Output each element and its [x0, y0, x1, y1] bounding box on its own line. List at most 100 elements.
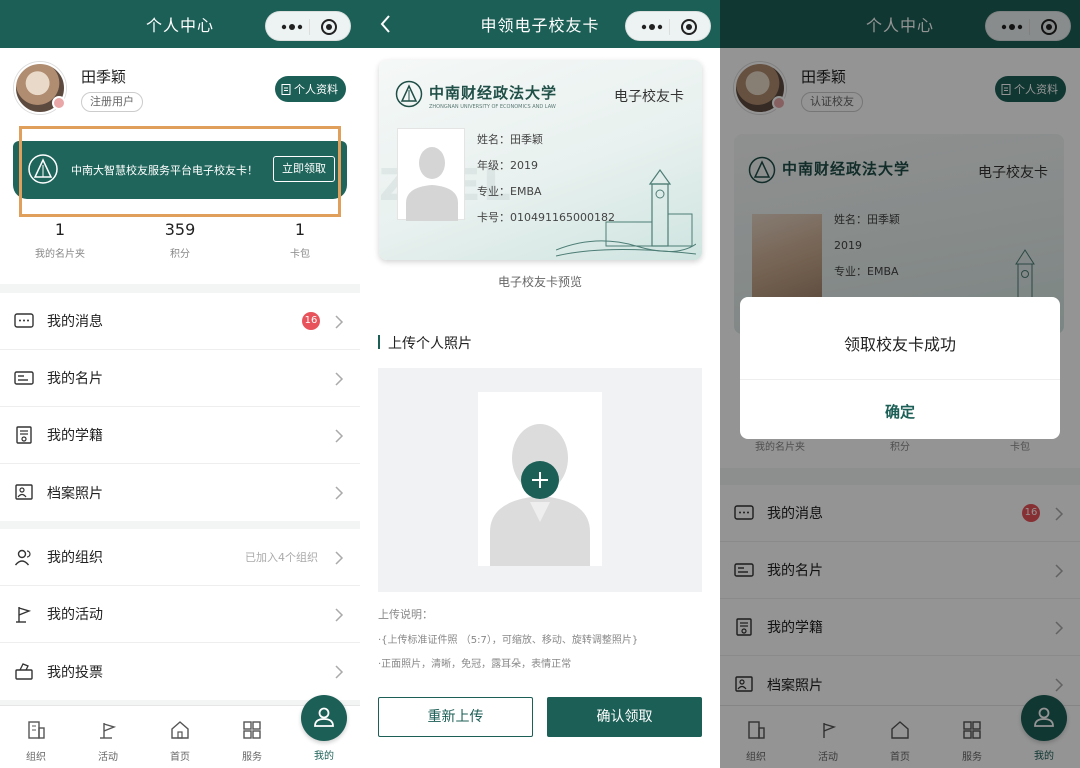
profile-screen: 个人中心 田季颖 注册用户 个人资料 中南大智慧校友服务平台电子校友卡！ 立即领… — [0, 0, 360, 768]
tab-label: 组织 — [26, 752, 46, 763]
stat-value: 1 — [294, 220, 306, 239]
upload-note: ·{上传标准证件照 （5:7），可缩放、移动、旋转调整照片} — [378, 635, 639, 646]
org-icon — [28, 721, 45, 739]
dialog-confirm-button[interactable]: 确定 — [740, 401, 1060, 422]
menu-label: 我的学籍 — [47, 428, 103, 444]
alumni-card-preview: ZUEL 中南财经政法大学 ZHONGNAN UNIVERSITY OF ECO… — [379, 60, 702, 260]
more-icon[interactable] — [636, 18, 668, 36]
upload-note: ·正面照片，清晰，免冠，露耳朵，表情正常 — [378, 659, 572, 670]
card-preview-section: ZUEL 中南财经政法大学 ZHONGNAN UNIVERSITY OF ECO… — [360, 48, 720, 303]
school-name: 中南财经政法大学 — [429, 84, 558, 102]
tab-service[interactable]: 服务 — [216, 706, 288, 768]
school-logo-icon — [395, 80, 423, 108]
document-icon — [281, 83, 291, 95]
dialog-message: 领取校友卡成功 — [843, 335, 956, 354]
flag-icon — [16, 607, 32, 623]
message-icon — [14, 313, 34, 328]
person-silhouette-icon — [406, 147, 458, 221]
card-icon — [14, 371, 34, 385]
tab-label: 活动 — [98, 752, 118, 763]
tab-organization[interactable]: 组织 — [0, 706, 72, 768]
chevron-right-icon — [335, 372, 344, 386]
user-icon — [314, 707, 334, 727]
campus-tower-illustration — [556, 168, 696, 257]
menu-label: 我的消息 — [47, 314, 103, 330]
stat-value: 1 — [54, 220, 66, 239]
card-name: 姓名：田季颖 — [477, 133, 543, 146]
success-dialog: 领取校友卡成功 确定 — [740, 297, 1060, 439]
menu-item-archive-photo[interactable]: 档案照片 — [0, 464, 360, 521]
page-title: 申领电子校友卡 — [480, 16, 600, 35]
chevron-right-icon — [335, 315, 344, 329]
school-name-en: ZHONGNAN UNIVERSITY OF ECONOMICS AND LAW — [429, 104, 556, 110]
stats-row: 1 我的名片夹 359 积分 1 卡包 — [0, 220, 360, 260]
home-icon — [171, 721, 189, 739]
chevron-right-icon — [335, 429, 344, 443]
tab-label: 首页 — [170, 752, 190, 763]
chevron-right-icon — [335, 608, 344, 622]
tab-me[interactable] — [301, 695, 347, 741]
profile-screen-success: 个人中心 田季颖 认证校友 个人资料 中南财经政法大学 电子校友卡 姓名：田季颖… — [720, 0, 1080, 768]
more-icon[interactable] — [276, 18, 308, 36]
plus-icon — [532, 472, 548, 488]
nav-bar: 个人中心 — [0, 0, 360, 48]
chevron-right-icon — [335, 551, 344, 565]
stat-label: 卡包 — [290, 249, 310, 260]
profile-button[interactable]: 个人资料 — [275, 76, 346, 102]
menu-item-business-card[interactable]: 我的名片 — [0, 350, 360, 407]
user-name: 田季颖 — [81, 68, 127, 86]
dialog-divider — [740, 379, 1060, 380]
highlight-frame — [19, 126, 341, 217]
grid-icon — [243, 721, 261, 739]
upload-section-header: 上传个人照片 — [360, 317, 720, 367]
certificate-icon — [16, 426, 32, 444]
close-miniprogram-icon[interactable] — [679, 18, 699, 36]
vote-icon — [15, 663, 33, 680]
card-preview-caption: 电子校友卡预览 — [497, 275, 582, 289]
menu-item-student-record[interactable]: 我的学籍 — [0, 407, 360, 464]
tab-label: 服务 — [242, 752, 262, 763]
stat-label: 积分 — [170, 249, 190, 260]
stat-points[interactable]: 359 积分 — [120, 220, 240, 260]
reupload-button[interactable]: 重新上传 — [378, 697, 533, 737]
menu-label: 我的投票 — [47, 664, 103, 681]
stat-wallet[interactable]: 1 卡包 — [240, 220, 360, 260]
user-status-tag: 注册用户 — [81, 92, 143, 112]
group-icon — [14, 549, 31, 566]
menu-item-organizations[interactable]: 我的组织 已加入4个组织 — [0, 529, 360, 586]
upload-notes-title: 上传说明： — [378, 608, 433, 621]
activity-icon — [100, 723, 117, 739]
profile-button-label: 个人资料 — [294, 83, 338, 96]
avatar-badge — [52, 96, 66, 110]
capsule-divider — [309, 19, 310, 35]
close-miniprogram-icon[interactable] — [319, 18, 339, 36]
mini-program-capsule — [625, 11, 711, 41]
stat-cardholder[interactable]: 1 我的名片夹 — [0, 220, 120, 260]
menu-item-votes[interactable]: 我的投票 — [0, 643, 360, 700]
photo-icon — [15, 484, 33, 500]
tab-label-me: 我的 — [314, 751, 334, 762]
menu-item-messages[interactable]: 我的消息 16 — [0, 293, 360, 350]
menu-label: 我的活动 — [47, 607, 103, 623]
tab-home[interactable]: 首页 — [144, 706, 216, 768]
mini-program-capsule — [265, 11, 351, 41]
confirm-claim-button[interactable]: 确认领取 — [547, 697, 702, 737]
back-icon[interactable] — [374, 10, 398, 38]
menu-item-activities[interactable]: 我的活动 — [0, 586, 360, 643]
photo-upload-area[interactable] — [378, 368, 702, 592]
stat-value: 359 — [164, 220, 196, 239]
tab-activity[interactable]: 活动 — [72, 706, 144, 768]
section-accent-bar — [378, 335, 380, 349]
apply-card-screen: 申领电子校友卡 ZUEL 中南财经政法大学 ZHONGNAN UNIVERSIT… — [360, 0, 720, 768]
page-title: 个人中心 — [145, 16, 214, 35]
nav-bar: 申领电子校友卡 — [360, 0, 720, 48]
organizations-count: 已加入4个组织 — [245, 551, 318, 564]
menu-label: 档案照片 — [47, 485, 103, 502]
menu-label: 我的名片 — [47, 371, 103, 387]
chevron-right-icon — [335, 486, 344, 500]
card-title: 电子校友卡 — [614, 89, 684, 105]
add-photo-button[interactable] — [521, 461, 559, 499]
menu-group-social: 我的组织 已加入4个组织 我的活动 我的投票 — [0, 529, 360, 700]
upload-title: 上传个人照片 — [388, 336, 472, 352]
menu-label: 我的组织 — [47, 550, 103, 566]
